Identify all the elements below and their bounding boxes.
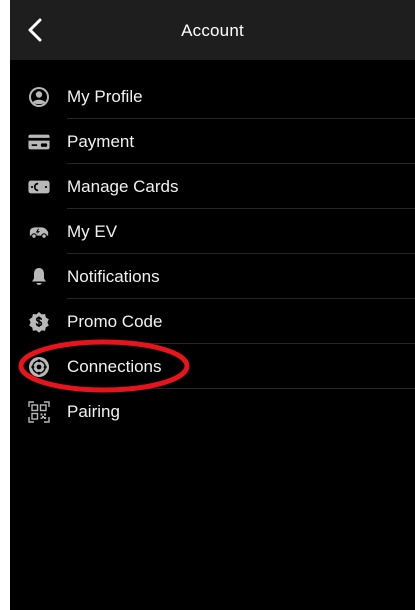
charge-card-icon	[28, 176, 50, 198]
menu-item-label: Promo Code	[67, 312, 163, 331]
menu-item-label: Payment	[67, 132, 135, 151]
promo-badge-icon	[28, 311, 50, 333]
bell-icon	[28, 266, 50, 288]
menu-item-payment[interactable]: Payment	[10, 119, 415, 164]
menu-item-my-ev[interactable]: My EV	[10, 209, 415, 254]
menu-item-promo-code[interactable]: Promo Code	[10, 299, 415, 344]
ev-car-icon	[28, 221, 50, 243]
app-screen: Account My Profile Payment Manage Cards …	[10, 0, 415, 610]
menu-item-label: Connections	[67, 357, 162, 376]
menu-item-label: Manage Cards	[67, 177, 179, 196]
menu-item-label: My Profile	[67, 87, 143, 106]
user-circle-icon	[28, 86, 50, 108]
account-menu: My Profile Payment Manage Cards My EV No…	[10, 74, 415, 434]
menu-item-notifications[interactable]: Notifications	[10, 254, 415, 299]
qr-code-icon	[28, 401, 50, 423]
connections-icon	[28, 356, 50, 378]
menu-item-my-profile[interactable]: My Profile	[10, 74, 415, 119]
credit-card-icon	[28, 131, 50, 153]
menu-item-label: My EV	[67, 222, 118, 241]
menu-item-manage-cards[interactable]: Manage Cards	[10, 164, 415, 209]
page-title: Account	[181, 21, 244, 40]
menu-item-label: Notifications	[67, 267, 160, 286]
header-bar: Account	[10, 0, 415, 60]
menu-item-pairing[interactable]: Pairing	[10, 389, 415, 434]
menu-item-label: Pairing	[67, 402, 120, 421]
menu-item-connections[interactable]: Connections	[10, 344, 415, 389]
